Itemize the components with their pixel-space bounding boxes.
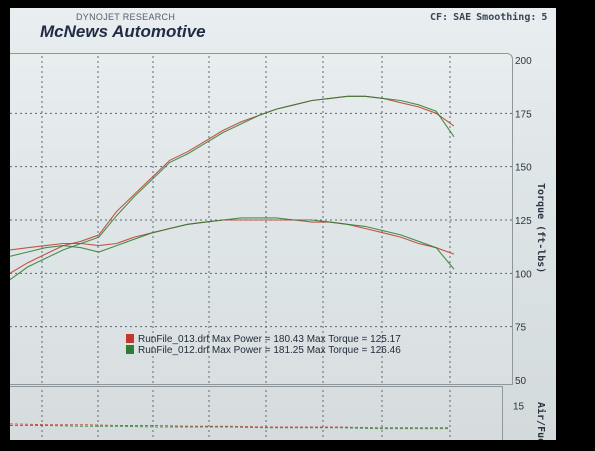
- y-tick-200: 200: [515, 56, 532, 67]
- y-tick-150: 150: [515, 163, 532, 174]
- legend-entry-0: RunFile_013.drf Max Power = 180.43 Max T…: [138, 334, 401, 345]
- legend-entry-1: RunFile_012.drf Max Power = 181.25 Max T…: [138, 345, 401, 356]
- airfuel-plot: 1015: [10, 390, 525, 440]
- legend-swatch-0: [126, 334, 134, 343]
- y-tick-50: 50: [515, 376, 527, 387]
- sub-y-tick-15: 15: [513, 401, 525, 412]
- y-tick-175: 175: [515, 109, 532, 120]
- y-tick-100: 100: [515, 269, 532, 280]
- legend-swatch-1: [126, 345, 134, 354]
- y-tick-75: 75: [515, 323, 527, 334]
- dyno-printout: DYNOJET RESEARCH McNews Automotive CF: S…: [10, 8, 556, 440]
- y-axis-title: Torque (ft-lbs): [535, 183, 546, 273]
- dyno-chart-svg: 50 75 100 125 150 175 200 1015 Torque (ft-lbs)…: [10, 56, 547, 440]
- y-tick-125: 125: [515, 216, 532, 227]
- series-lines: [10, 95, 455, 281]
- legend: RunFile_013.drf Max Power = 180.43 Max T…: [126, 334, 401, 356]
- series-torque-0: [10, 219, 455, 255]
- airfuel-axis-title: Air/Fuel: [535, 402, 547, 440]
- series-power-1: [10, 95, 455, 281]
- y-tick-labels: 50 75 100 125 150 175 200: [515, 56, 532, 387]
